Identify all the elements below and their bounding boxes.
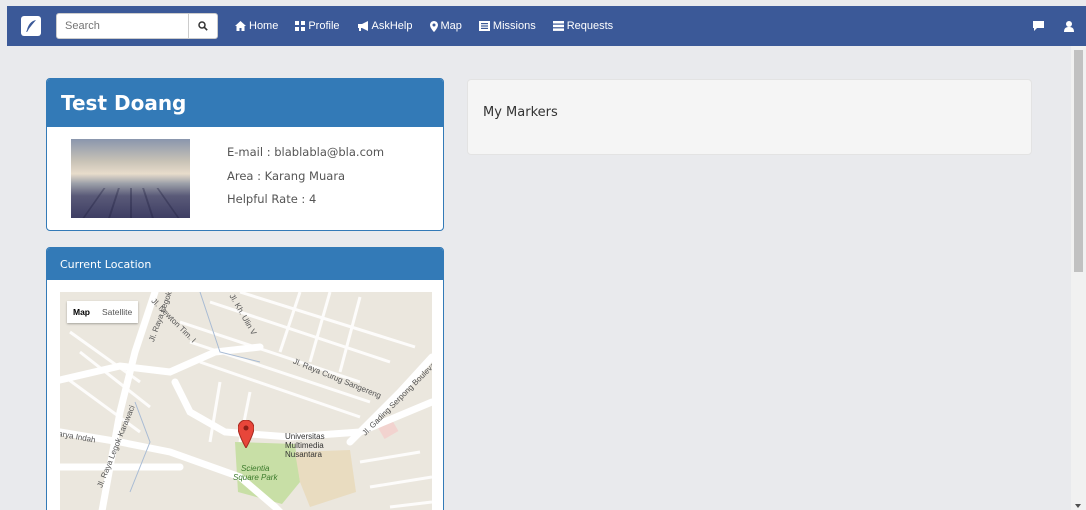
feather-icon bbox=[26, 20, 36, 32]
scrollbar-thumb[interactable] bbox=[1074, 50, 1083, 272]
search-input[interactable] bbox=[57, 14, 189, 38]
nav-askhelp[interactable]: AskHelp bbox=[357, 20, 413, 32]
map-pin-icon[interactable] bbox=[238, 420, 254, 448]
page-scrollbar[interactable] bbox=[1071, 46, 1086, 510]
search-icon bbox=[198, 21, 208, 31]
my-markers-well: My Markers bbox=[467, 79, 1032, 155]
bullhorn-icon bbox=[357, 21, 368, 31]
nav-home[interactable]: Home bbox=[235, 20, 278, 32]
profile-name: Test Doang bbox=[61, 91, 187, 115]
map-type-map-button[interactable]: Map bbox=[67, 301, 96, 323]
map-label-park-1: Scientia bbox=[241, 464, 270, 473]
grid-icon bbox=[295, 21, 306, 31]
user-icon[interactable] bbox=[1064, 20, 1074, 32]
map-label-park-2: Square Park bbox=[233, 473, 278, 482]
scroll-down-arrow-icon[interactable] bbox=[1075, 504, 1081, 508]
map-label-umn-3: Nusantara bbox=[285, 450, 322, 459]
location-panel: Current Location Jl. Newton Tim. I Jl. R… bbox=[46, 247, 444, 510]
search-button[interactable] bbox=[189, 14, 217, 38]
brand-logo[interactable] bbox=[21, 16, 41, 36]
map-label-umn-1: Universitas bbox=[285, 432, 325, 441]
nav-home-label: Home bbox=[249, 20, 279, 32]
nav-requests[interactable]: Requests bbox=[552, 20, 614, 32]
nav-missions-label: Missions bbox=[492, 20, 536, 32]
location-panel-header: Current Location bbox=[47, 248, 443, 280]
nav-right bbox=[1033, 6, 1074, 46]
map-marker-icon bbox=[429, 20, 438, 32]
list-icon bbox=[552, 21, 564, 31]
location-title: Current Location bbox=[60, 257, 152, 271]
search-box bbox=[56, 13, 218, 39]
list-alt-icon bbox=[478, 21, 490, 31]
profile-info: E-mail : blablabla@bla.com Area : Karang… bbox=[227, 141, 384, 212]
nav-requests-label: Requests bbox=[566, 20, 614, 32]
profile-photo bbox=[71, 139, 190, 218]
profile-email: E-mail : blablabla@bla.com bbox=[227, 145, 385, 159]
location-map[interactable]: Jl. Newton Tim. I Jl. Raya Legok Jl. Kh.… bbox=[60, 292, 432, 510]
nav-askhelp-label: AskHelp bbox=[371, 20, 413, 32]
map-label-umn-2: Multimedia bbox=[285, 441, 324, 450]
nav-profile-label: Profile bbox=[308, 20, 340, 32]
profile-panel: Test Doang E-mail : blablabla@bla.com Ar… bbox=[46, 78, 444, 231]
profile-area: Area : Karang Muara bbox=[227, 168, 346, 183]
nav-missions[interactable]: Missions bbox=[478, 20, 536, 32]
map-type-satellite-button[interactable]: Satellite bbox=[96, 301, 138, 323]
nav-profile[interactable]: Profile bbox=[295, 20, 340, 32]
map-type-control: Map Satellite bbox=[67, 301, 139, 323]
profile-helpful-rate: Helpful Rate : 4 bbox=[227, 192, 317, 206]
home-icon bbox=[235, 21, 246, 31]
main-nav: Home Profile AskHelp Map Missions Reques… bbox=[235, 6, 613, 46]
nav-map-label: Map bbox=[440, 20, 462, 32]
nav-map[interactable]: Map bbox=[429, 20, 462, 32]
my-markers-title: My Markers bbox=[483, 105, 558, 120]
comment-icon[interactable] bbox=[1033, 21, 1044, 31]
profile-panel-header: Test Doang bbox=[47, 79, 443, 127]
top-navbar: Home Profile AskHelp Map Missions Reques… bbox=[7, 6, 1086, 46]
